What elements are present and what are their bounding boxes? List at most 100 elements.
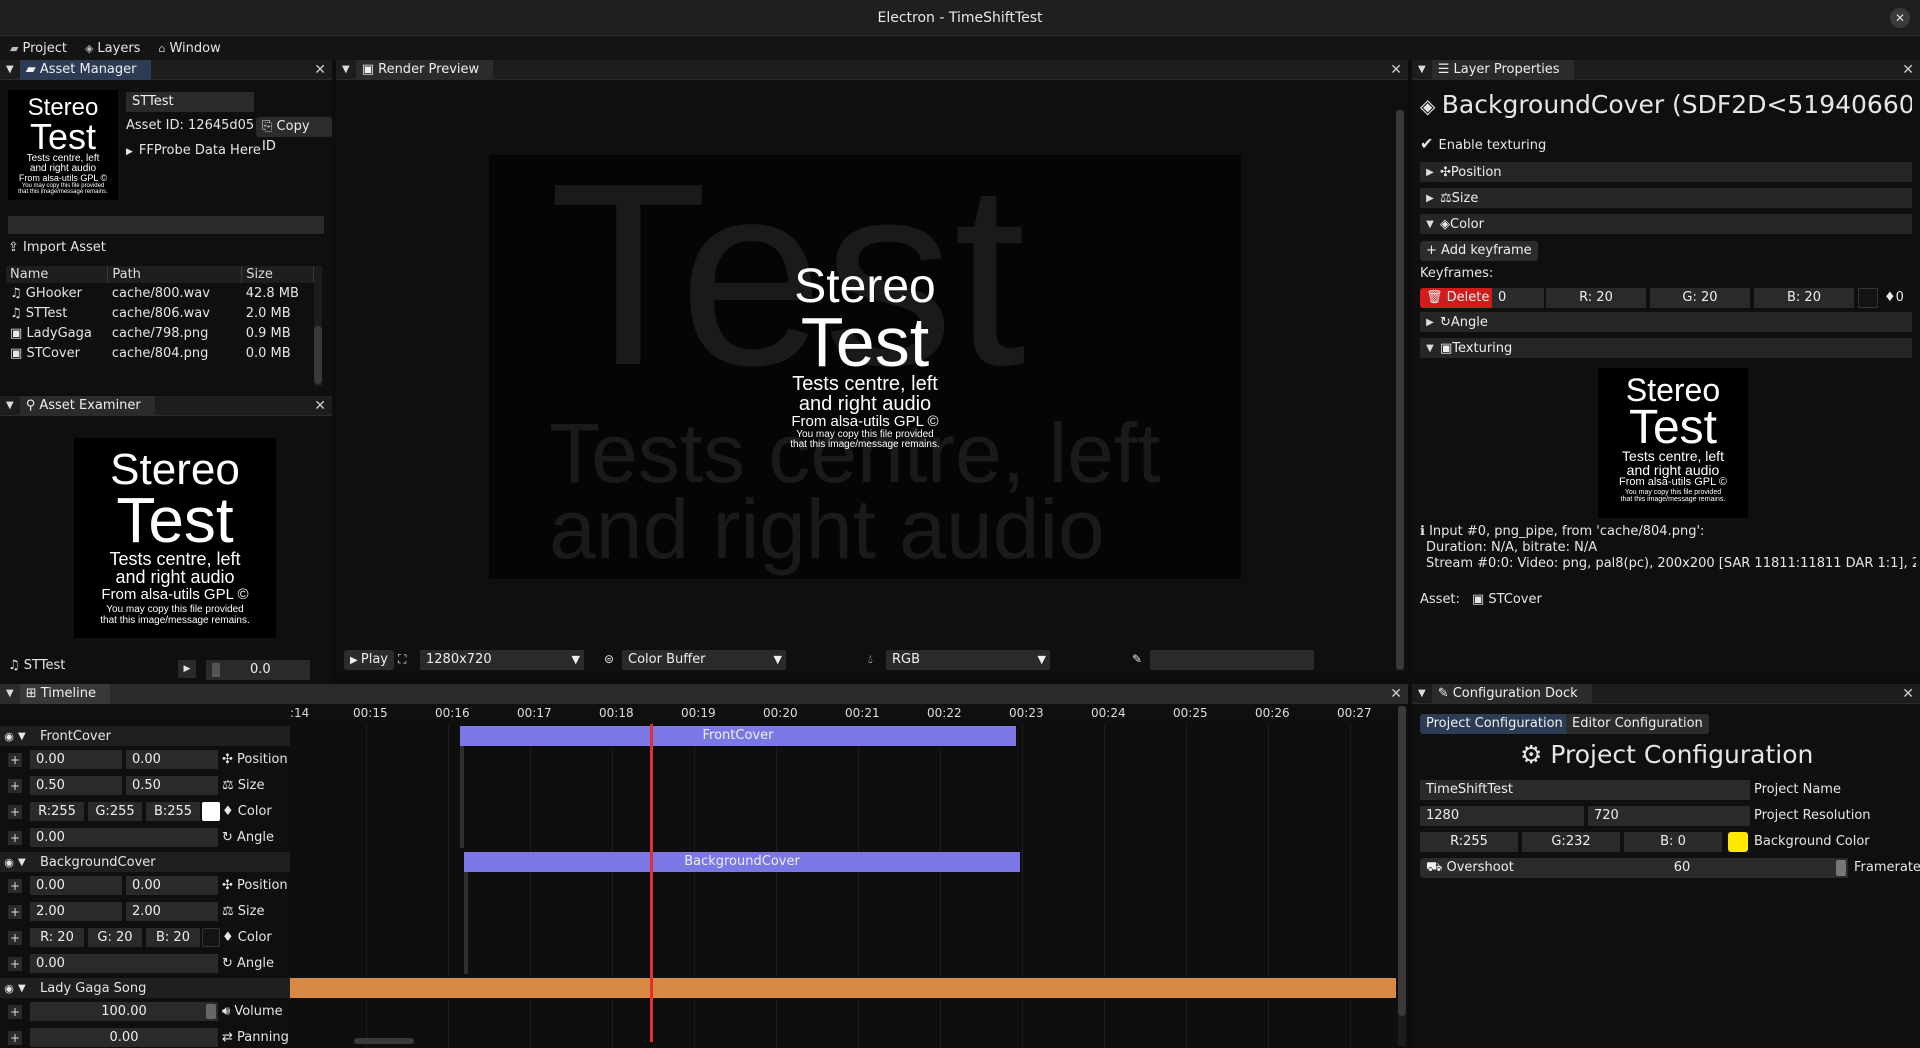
add-keyframe-icon[interactable]: +: [8, 831, 22, 845]
add-keyframe-icon[interactable]: +: [8, 1005, 22, 1019]
menu-project[interactable]: ▰ Project: [10, 41, 67, 56]
layer-row-frontcover[interactable]: ◉ ▼ FrontCover: [0, 726, 290, 746]
close-icon[interactable]: ✕: [314, 398, 326, 414]
examiner-play-button[interactable]: ▶: [178, 660, 196, 678]
prop-r-field[interactable]: R:255: [30, 802, 84, 821]
prop-angle-field[interactable]: 0.00: [30, 954, 218, 973]
resolution-select[interactable]: 1280x720 ▼: [420, 650, 584, 670]
col-size[interactable]: Size: [241, 266, 314, 283]
prop-w-field[interactable]: 0.50: [30, 776, 122, 795]
section-angle[interactable]: ▶ ↻ Angle: [1420, 312, 1912, 332]
panel-menu-icon[interactable]: ▼: [6, 400, 14, 411]
prop-h-field[interactable]: 0.50: [126, 776, 218, 795]
slider-handle[interactable]: [1836, 860, 1846, 876]
tab-layer-properties[interactable]: ☰ Layer Properties: [1431, 59, 1574, 80]
clip-frontcover[interactable]: FrontCover: [460, 726, 1016, 746]
tab-timeline[interactable]: ⊞ Timeline: [19, 684, 111, 704]
framerate-slider[interactable]: 60: [1516, 858, 1848, 878]
prop-g-field[interactable]: G: 20: [88, 928, 142, 947]
tab-asset-manager[interactable]: ▰ Asset Manager: [19, 59, 151, 80]
channel-select[interactable]: RGB ▼: [886, 650, 1050, 670]
eye-icon[interactable]: ◉: [0, 730, 18, 743]
chevron-down-icon[interactable]: ▼: [18, 731, 34, 742]
close-icon[interactable]: ✕: [1390, 62, 1402, 78]
color-swatch[interactable]: [202, 802, 220, 821]
tab-configuration-dock[interactable]: ✎ Configuration Dock: [1431, 683, 1592, 704]
clip-backgroundcover[interactable]: BackgroundCover: [464, 852, 1020, 872]
section-size[interactable]: ▶ ⚖ Size: [1420, 188, 1912, 208]
bg-r-input[interactable]: R:255: [1420, 832, 1518, 852]
panning-slider[interactable]: 0.00: [30, 1028, 218, 1047]
eye-icon[interactable]: ◉: [0, 856, 18, 869]
close-icon[interactable]: ✕: [1902, 62, 1914, 78]
preview-canvas[interactable]: Test Tests centre, left and right audio …: [489, 155, 1241, 579]
menu-window[interactable]: ⌂ Window: [158, 41, 220, 56]
volume-slider[interactable]: 100.00: [30, 1002, 218, 1021]
keyframe-g-field[interactable]: G: 20: [1650, 288, 1750, 308]
layer-row-backgroundcover[interactable]: ◉ ▼ BackgroundCover: [0, 852, 290, 872]
overshoot-toggle[interactable]: ⛟ Overshoot: [1420, 858, 1520, 878]
panel-menu-icon[interactable]: ▼: [1418, 688, 1426, 699]
color-swatch[interactable]: [202, 928, 220, 947]
table-row[interactable]: ▣ LadyGaga cache/798.png 0.9 MB: [6, 323, 314, 343]
close-icon[interactable]: ✕: [1902, 686, 1914, 702]
bg-color-swatch[interactable]: [1728, 832, 1748, 852]
add-keyframe-icon[interactable]: +: [8, 1031, 22, 1045]
tab-project-configuration[interactable]: Project Configuration: [1420, 714, 1569, 734]
close-icon[interactable]: ✕: [314, 62, 326, 78]
asset-scrollbar[interactable]: [314, 266, 322, 386]
resolution-height-input[interactable]: 720: [1588, 806, 1750, 826]
time-ruler[interactable]: :14 00:15 00:16 00:17 00:18 00:19 00:20 …: [290, 706, 1396, 724]
prop-x-field[interactable]: 0.00: [30, 876, 122, 895]
playhead[interactable]: [650, 724, 653, 1042]
prop-b-field[interactable]: B: 20: [146, 928, 200, 947]
add-keyframe-icon[interactable]: +: [8, 931, 22, 945]
enable-texturing-checkbox[interactable]: ✔ Enable texturing: [1420, 134, 1546, 153]
col-path[interactable]: Path: [107, 266, 243, 283]
panel-menu-icon[interactable]: ▼: [1418, 64, 1426, 75]
scrollbar-thumb[interactable]: [1398, 706, 1406, 1016]
prop-h-field[interactable]: 2.00: [126, 902, 218, 921]
resolution-width-input[interactable]: 1280: [1420, 806, 1584, 826]
timeline-vscrollbar[interactable]: [1398, 706, 1406, 1046]
bg-b-input[interactable]: B: 0: [1624, 832, 1722, 852]
section-position[interactable]: ▶ ✣ Position: [1420, 162, 1912, 182]
bg-g-input[interactable]: G:232: [1522, 832, 1620, 852]
add-keyframe-icon[interactable]: +: [8, 805, 22, 819]
play-button[interactable]: ▶ Play: [344, 650, 394, 670]
buffer-select[interactable]: Color Buffer ▼: [622, 650, 786, 670]
scrollbar-thumb[interactable]: [1396, 110, 1404, 670]
import-asset-button[interactable]: ⇪ Import Asset: [8, 240, 106, 255]
copy-id-button[interactable]: ⎘ Copy ID: [256, 117, 332, 154]
color-readout-field[interactable]: [1150, 650, 1314, 670]
close-icon[interactable]: ✕: [1390, 686, 1402, 702]
keyframe-color-swatch[interactable]: [1858, 288, 1878, 308]
panel-menu-icon[interactable]: ▼: [342, 64, 350, 75]
fullscreen-icon[interactable]: ⛶: [398, 652, 406, 667]
menu-layers[interactable]: ◈ Layers: [85, 41, 141, 56]
timeline-hscroll-thumb[interactable]: [354, 1038, 414, 1044]
keyframe-time-field[interactable]: 0: [1492, 288, 1544, 308]
chevron-down-icon[interactable]: ▼: [18, 857, 34, 868]
section-color[interactable]: ▼ ◈ Color: [1420, 214, 1912, 234]
delete-keyframe-button[interactable]: 🗑︎ Delete: [1420, 288, 1496, 308]
keyframe-r-field[interactable]: R: 20: [1546, 288, 1646, 308]
scrollbar-thumb[interactable]: [314, 326, 322, 384]
section-texturing[interactable]: ▼ ▣ Texturing: [1420, 338, 1912, 358]
keyframe-interp[interactable]: ♦0: [1884, 290, 1904, 305]
track-area[interactable]: [290, 724, 1396, 1048]
prop-w-field[interactable]: 2.00: [30, 902, 122, 921]
prop-angle-field[interactable]: 0.00: [30, 828, 218, 847]
ffprobe-tree[interactable]: ▶ FFProbe Data Here: [126, 143, 261, 158]
table-row[interactable]: ♫ GHooker cache/800.wav 42.8 MB: [6, 283, 314, 303]
layer-row-ladygaga[interactable]: ◉ ▼ Lady Gaga Song: [0, 978, 290, 998]
add-keyframe-icon[interactable]: +: [8, 753, 22, 767]
keyframe-b-field[interactable]: B: 20: [1754, 288, 1854, 308]
slider-handle[interactable]: [206, 1004, 216, 1019]
table-row[interactable]: ♫ STTest cache/806.wav 2.0 MB: [6, 303, 314, 323]
chevron-down-icon[interactable]: ▼: [18, 983, 34, 994]
project-name-input[interactable]: TimeShiftTest: [1420, 780, 1750, 800]
time-slider-handle[interactable]: [212, 662, 220, 677]
panel-menu-icon[interactable]: ▼: [6, 64, 14, 75]
add-keyframe-icon[interactable]: +: [8, 905, 22, 919]
